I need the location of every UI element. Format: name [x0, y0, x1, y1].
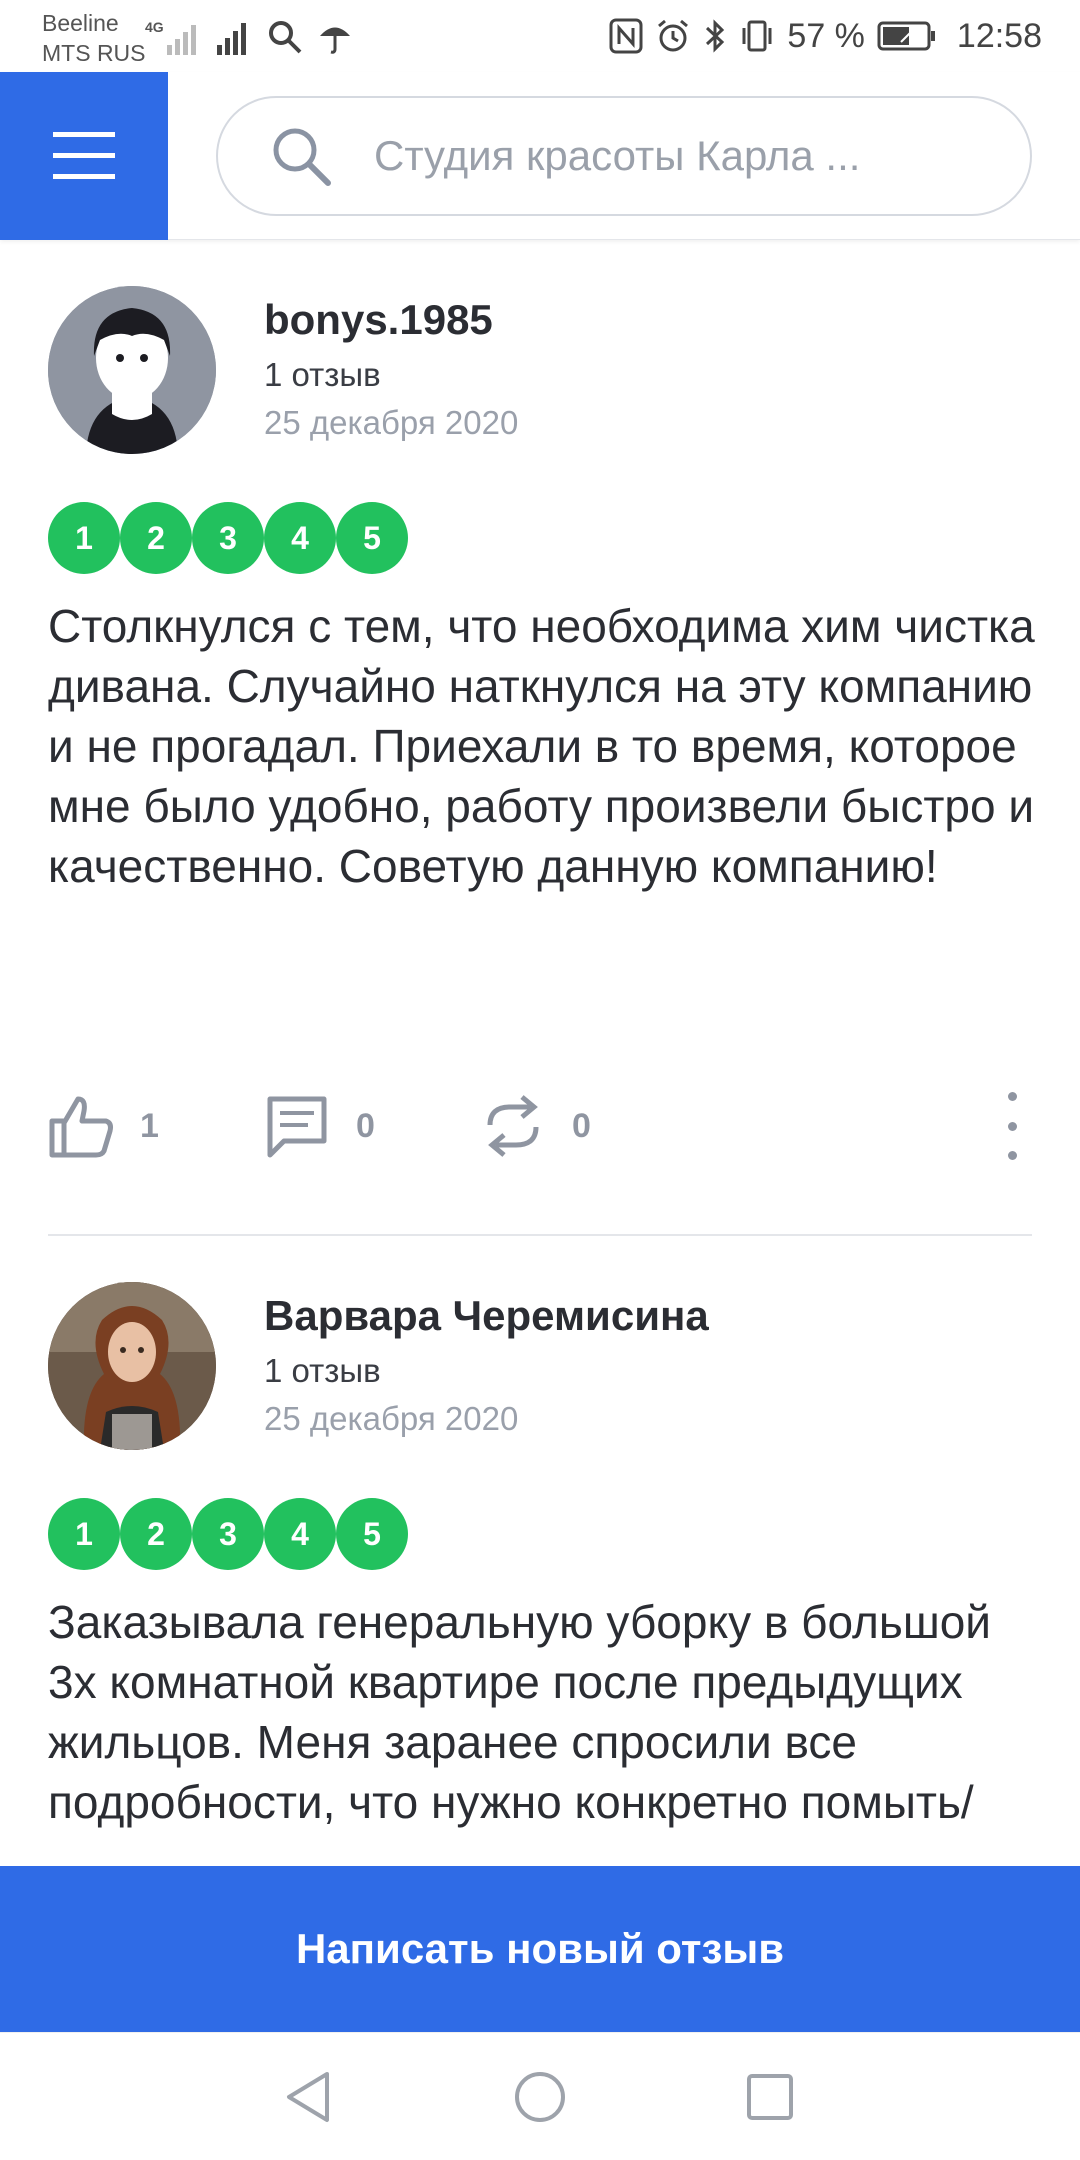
rating-dot: 2 — [120, 1498, 192, 1570]
bluetooth-icon — [706, 19, 725, 53]
signal-icon — [217, 23, 246, 55]
home-button[interactable] — [506, 2063, 574, 2131]
more-dot-icon — [1007, 1092, 1017, 1101]
back-button[interactable] — [274, 2063, 342, 2131]
rating-dot: 3 — [192, 1498, 264, 1570]
comment-count: 0 — [356, 1106, 375, 1145]
rating-dot: 4 — [264, 1498, 336, 1570]
rating: 1 2 3 4 5 — [48, 1498, 408, 1570]
author-review-count: 1 отзыв — [264, 356, 381, 393]
avatar[interactable] — [48, 1282, 216, 1450]
more-dot-icon — [1007, 1121, 1017, 1131]
battery-percent: 57 % — [787, 16, 865, 55]
like-count: 1 — [140, 1106, 159, 1145]
search-status-icon — [269, 21, 302, 54]
search-text: Студия красоты Карла ... — [374, 132, 861, 179]
home-circle-icon — [515, 2072, 565, 2122]
review-item: Варвара Черемисина 1 отзыв 25 декабря 20… — [0, 1236, 1080, 1866]
carrier-1: Beeline — [42, 10, 119, 36]
review-text: Столкнулся с тем, что необходима хим чис… — [48, 600, 1035, 892]
rating-dot: 5 — [336, 502, 408, 574]
author-name[interactable]: Варвара Черемисина — [264, 1292, 709, 1340]
status-icons-right: 57 % 12:58 — [609, 10, 1042, 62]
hamburger-icon — [53, 132, 115, 179]
rating-dot: 4 — [264, 502, 336, 574]
comment-icon — [267, 1096, 327, 1158]
carrier-info: Beeline MTS RUS — [42, 8, 146, 68]
author-review-count: 1 отзыв — [264, 1352, 381, 1389]
comment-button[interactable]: 0 — [264, 1093, 480, 1159]
carrier-2: MTS RUS — [42, 40, 146, 66]
app-header: Студия красоты Карла ... — [0, 72, 1080, 240]
review-date: 25 декабря 2020 — [264, 404, 519, 441]
write-review-button[interactable]: Написать новый отзыв — [0, 1866, 1080, 2032]
menu-button[interactable] — [0, 72, 168, 240]
repost-icon — [487, 1095, 539, 1157]
more-dot-icon — [1007, 1151, 1017, 1160]
recents-square-icon — [747, 2074, 793, 2120]
back-triangle-icon — [287, 2072, 329, 2122]
like-button[interactable]: 1 — [48, 1093, 264, 1159]
system-nav-bar — [0, 2032, 1080, 2160]
vibrate-icon — [742, 20, 772, 52]
repost-button[interactable]: 0 — [480, 1093, 696, 1159]
recents-button[interactable] — [736, 2063, 804, 2131]
review-item: bonys.1985 1 отзыв 25 декабря 2020 1 2 3… — [0, 240, 1080, 1230]
more-options-button[interactable] — [992, 1092, 1032, 1160]
rating-dot: 2 — [120, 502, 192, 574]
umbrella-icon — [320, 27, 350, 54]
thumbs-up-icon — [49, 1096, 113, 1158]
status-icons-left: 4G — [145, 14, 353, 60]
search-input[interactable]: Студия красоты Карла ... — [216, 96, 1032, 216]
repost-count: 0 — [572, 1106, 591, 1145]
signal-4g-icon: 4G — [145, 17, 201, 57]
alarm-icon — [658, 19, 689, 52]
rating-dot: 3 — [192, 502, 264, 574]
nfc-icon — [609, 18, 643, 54]
avatar[interactable] — [48, 286, 216, 454]
rating-dot: 1 — [48, 1498, 120, 1570]
review-date: 25 декабря 2020 — [264, 1400, 519, 1437]
clock: 12:58 — [956, 16, 1042, 55]
rating: 1 2 3 4 5 — [48, 502, 408, 574]
rating-dot: 5 — [336, 1498, 408, 1570]
review-text: Заказывала генеральную уборку в большой … — [48, 1596, 991, 1828]
battery-icon — [877, 21, 935, 51]
user-photo — [48, 1282, 216, 1450]
author-name[interactable]: bonys.1985 — [264, 296, 493, 344]
default-avatar-icon — [48, 286, 216, 454]
review-actions: 1 0 0 — [48, 1086, 1032, 1166]
status-bar: Beeline MTS RUS 4G 57 % 12:58 — [0, 0, 1080, 72]
search-icon — [273, 128, 331, 186]
rating-dot: 1 — [48, 502, 120, 574]
